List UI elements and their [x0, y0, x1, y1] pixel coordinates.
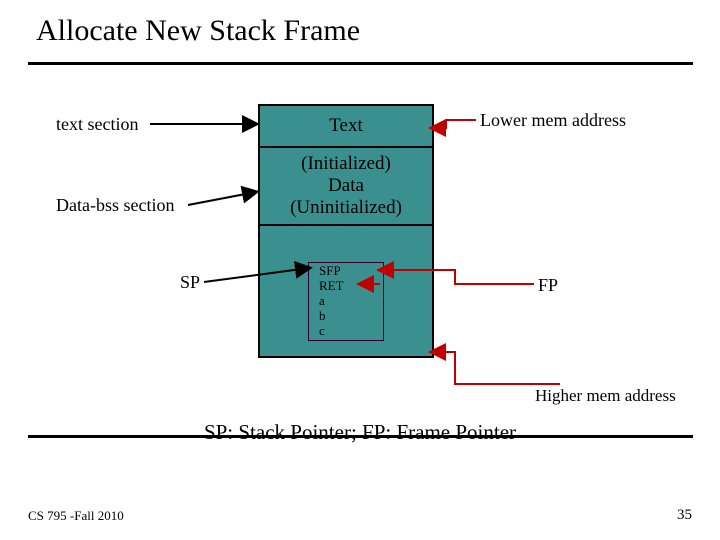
arrow-data-bss — [188, 192, 256, 205]
label-lower-mem: Lower mem address — [480, 110, 626, 131]
stack-frame-box: SFP RET a b c — [308, 262, 384, 341]
stack-item: a — [319, 294, 383, 309]
footer-course: CS 795 -Fall 2010 — [28, 508, 124, 524]
stack-item: b — [319, 309, 383, 324]
stack-item: RET — [319, 279, 383, 294]
segment-stack: SFP RET a b c — [260, 226, 432, 356]
page-title: Allocate New Stack Frame — [36, 14, 360, 48]
label-text-section: text section — [56, 114, 138, 135]
segment-data: (Initialized) Data (Uninitialized) — [260, 148, 432, 226]
label-data-bss: Data-bss section — [56, 195, 174, 216]
stack-item: SFP — [319, 264, 383, 279]
arrow-lower-mem — [432, 120, 476, 128]
segment-text: Text — [260, 106, 432, 148]
segment-data-line: (Uninitialized) — [260, 197, 432, 219]
segment-data-line: (Initialized) — [260, 153, 432, 175]
divider-bottom — [28, 435, 693, 438]
arrow-higher-mem — [432, 352, 560, 384]
label-sp: SP — [180, 272, 200, 293]
memory-column: Text (Initialized) Data (Uninitialized) … — [258, 104, 434, 358]
divider-top — [28, 62, 693, 65]
caption: SP: Stack Pointer; FP: Frame Pointer — [0, 420, 720, 445]
footer-page-number: 35 — [677, 507, 692, 524]
segment-data-line: Data — [260, 175, 432, 197]
label-higher-mem: Higher mem address — [535, 386, 676, 406]
label-fp: FP — [538, 275, 558, 296]
stack-item: c — [319, 324, 383, 339]
